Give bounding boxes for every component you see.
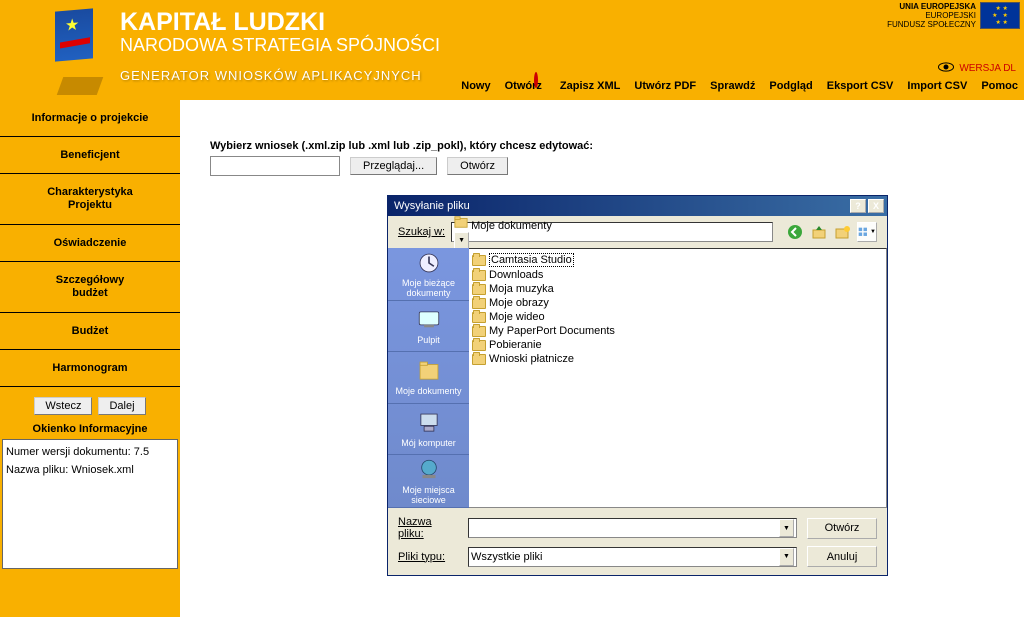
wstecz-button[interactable]: Wstecz <box>34 397 92 415</box>
place-recent[interactable]: Moje bieżące dokumenty <box>388 248 469 301</box>
sidebar-item-budzet[interactable]: Budżet <box>0 313 180 350</box>
folder-icon <box>472 255 486 266</box>
nav-otworz[interactable]: Otwórz <box>505 80 546 92</box>
folder-icon <box>472 326 486 337</box>
list-item[interactable]: Moje wideo <box>472 310 883 324</box>
nav-import[interactable]: Import CSV <box>907 80 967 92</box>
eye-icon <box>937 62 955 75</box>
folder-icon <box>472 284 486 295</box>
folder-icon <box>472 340 486 351</box>
dialog-open-button[interactable]: Otwórz <box>807 518 877 539</box>
list-item[interactable]: Wnioski płatnicze <box>472 352 883 366</box>
nav-sprawdz[interactable]: Sprawdź <box>710 80 755 92</box>
list-item[interactable]: Moja muzyka <box>472 282 883 296</box>
info-title: Okienko Informacyjne <box>0 421 180 439</box>
folder-icon <box>472 354 486 365</box>
dropdown-icon[interactable]: ▼ <box>779 519 794 537</box>
place-mydocs[interactable]: Moje dokumenty <box>388 352 469 403</box>
eu-flag-icon: ★ ★★ ★★ ★ <box>980 2 1020 29</box>
dialog-cancel-button[interactable]: Anuluj <box>807 546 877 567</box>
nav-zapisz[interactable]: Zapisz XML <box>560 80 621 92</box>
new-folder-icon[interactable] <box>833 222 853 242</box>
eu-line1: UNIA EUROPEJSKA <box>887 2 976 11</box>
dalej-button[interactable]: Dalej <box>98 397 145 415</box>
logo: ★ <box>55 10 110 90</box>
nav-nowy[interactable]: Nowy <box>461 80 490 92</box>
places-bar: Moje bieżące dokumenty Pulpit Moje dokum… <box>388 248 469 508</box>
filetype-combo[interactable]: Wszystkie pliki ▼ <box>468 547 797 567</box>
filename-label: Nazwa pliku: <box>398 516 458 540</box>
filetype-label: Pliki typu: <box>398 551 458 563</box>
info-line1: Numer wersji dokumentu: 7.5 <box>6 443 174 461</box>
sidebar-item-oswiadczenie[interactable]: Oświadczenie <box>0 225 180 262</box>
sidebar: Informacje o projekcie Beneficjent Chara… <box>0 100 180 617</box>
place-network[interactable]: Moje miejsca sieciowe <box>388 455 469 508</box>
app-subtitle: NARODOWA STRATEGIA SPÓJNOŚCI <box>120 35 1024 56</box>
folder-icon <box>472 270 486 281</box>
open-button[interactable]: Otwórz <box>447 157 508 175</box>
nav-eksport[interactable]: Eksport CSV <box>827 80 894 92</box>
folder-icon <box>472 298 486 309</box>
place-desktop[interactable]: Pulpit <box>388 301 469 352</box>
place-mycomp[interactable]: Mój komputer <box>388 404 469 455</box>
dialog-toolbar: Szukaj w: Moje dokumenty ▼ ▼ <box>388 216 887 248</box>
dialog-close-button[interactable]: X <box>868 199 884 213</box>
lookin-value: Moje dokumenty <box>471 220 552 232</box>
lookin-dropdown-icon[interactable]: ▼ <box>454 232 469 250</box>
sidebar-item-szczegolowy[interactable]: Szczegółowybudżet <box>0 262 180 313</box>
sidebar-item-harmonogram[interactable]: Harmonogram <box>0 350 180 387</box>
file-path-input[interactable] <box>210 156 340 176</box>
lookin-combo[interactable]: Moje dokumenty ▼ <box>451 222 773 242</box>
nav-pomoc[interactable]: Pomoc <box>981 80 1018 92</box>
back-icon[interactable] <box>785 222 805 242</box>
dialog-bottom: Nazwa pliku: ▼ Otwórz Pliki typu: Wszyst… <box>388 508 887 575</box>
list-item[interactable]: Camtasia Studio <box>472 252 883 268</box>
list-item[interactable]: My PaperPort Documents <box>472 324 883 338</box>
nav-podglad[interactable]: Podgląd <box>769 80 812 92</box>
eu-line2: EUROPEJSKI <box>887 11 976 20</box>
list-item[interactable]: Moje obrazy <box>472 296 883 310</box>
sidebar-item-beneficjent[interactable]: Beneficjent <box>0 137 180 174</box>
top-nav: Nowy Otwórz Zapisz XML Utwórz PDF Sprawd… <box>461 80 1018 92</box>
header: ★ KAPITAŁ LUDZKI NARODOWA STRATEGIA SPÓJ… <box>0 0 1024 100</box>
dialog-title: Wysyłanie pliku <box>394 200 470 212</box>
list-item[interactable]: Downloads <box>472 268 883 282</box>
folder-icon <box>472 312 486 323</box>
browse-button[interactable]: Przeglądaj... <box>350 157 437 175</box>
file-dialog: Wysyłanie pliku ? X Szukaj w: Moje dokum… <box>387 195 888 576</box>
sidebar-item-charakterystyka[interactable]: CharakterystykaProjektu <box>0 174 180 225</box>
info-box: Numer wersji dokumentu: 7.5 Nazwa pliku:… <box>2 439 178 569</box>
dialog-help-button[interactable]: ? <box>850 199 866 213</box>
dropdown-icon[interactable]: ▼ <box>779 548 794 566</box>
header-right: UNIA EUROPEJSKA EUROPEJSKI FUNDUSZ SPOŁE… <box>883 0 1024 31</box>
nav-utworz[interactable]: Utwórz PDF <box>634 80 696 92</box>
prompt-text: Wybierz wniosek (.xml.zip lub .xml lub .… <box>210 140 1014 152</box>
version-link[interactable]: WERSJA DL <box>937 62 1016 75</box>
lookin-label: Szukaj w: <box>398 226 445 238</box>
info-line2: Nazwa pliku: Wniosek.xml <box>6 461 174 479</box>
up-icon[interactable] <box>809 222 829 242</box>
filename-combo[interactable]: ▼ <box>468 518 797 538</box>
eu-block: UNIA EUROPEJSKA EUROPEJSKI FUNDUSZ SPOŁE… <box>883 0 1024 31</box>
eu-line3: FUNDUSZ SPOŁECZNY <box>887 20 976 29</box>
dialog-titlebar[interactable]: Wysyłanie pliku ? X <box>388 196 887 216</box>
sidebar-item-informacje[interactable]: Informacje o projekcie <box>0 100 180 137</box>
list-item[interactable]: Pobieranie <box>472 338 883 352</box>
file-list[interactable]: Camtasia Studio Downloads Moja muzyka Mo… <box>469 248 887 508</box>
views-icon[interactable]: ▼ <box>857 222 877 242</box>
